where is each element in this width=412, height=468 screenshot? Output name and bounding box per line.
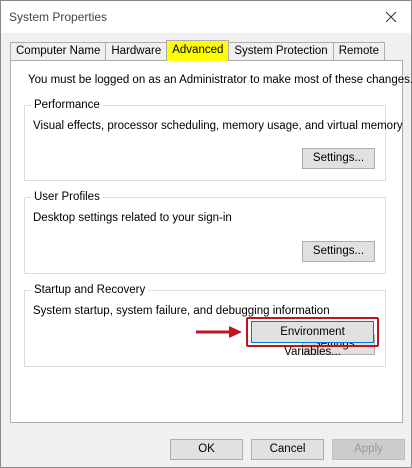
tab-advanced[interactable]: Advanced [166,40,230,61]
tab-system-protection[interactable]: System Protection [228,42,334,61]
apply-button[interactable]: Apply [332,439,405,460]
title-bar: System Properties [1,1,411,33]
admin-note: You must be logged on as an Administrato… [28,74,412,86]
startup-recovery-description: System startup, system failure, and debu… [33,305,330,317]
performance-description: Visual effects, processor scheduling, me… [33,120,403,132]
advanced-tab-panel: You must be logged on as an Administrato… [10,60,412,423]
user-profiles-group-title: User Profiles [31,190,103,204]
environment-variables-button[interactable]: Environment Variables... [251,321,374,358]
tab-remote[interactable]: Remote [332,42,385,61]
tab-strip: Computer Name Hardware Advanced System P… [10,40,385,61]
system-properties-window: System Properties Computer Name Hardware… [0,0,412,468]
user-profiles-settings-button[interactable]: Settings... [302,241,375,262]
tab-hardware[interactable]: Hardware [105,42,168,61]
startup-recovery-group-title: Startup and Recovery [31,283,149,297]
close-icon [385,11,397,23]
ok-button[interactable]: OK [170,439,243,460]
performance-group: Performance Visual effects, processor sc… [24,98,403,181]
red-arrow-icon [195,325,243,339]
window-title: System Properties [9,10,108,24]
close-button[interactable] [381,7,401,27]
cancel-button[interactable]: Cancel [251,439,324,460]
user-profiles-group: User Profiles Desktop settings related t… [24,190,386,274]
performance-settings-button[interactable]: Settings... [302,148,375,169]
performance-group-title: Performance [31,98,103,112]
user-profiles-description: Desktop settings related to your sign-in [33,212,232,224]
tab-computer-name[interactable]: Computer Name [10,42,107,61]
